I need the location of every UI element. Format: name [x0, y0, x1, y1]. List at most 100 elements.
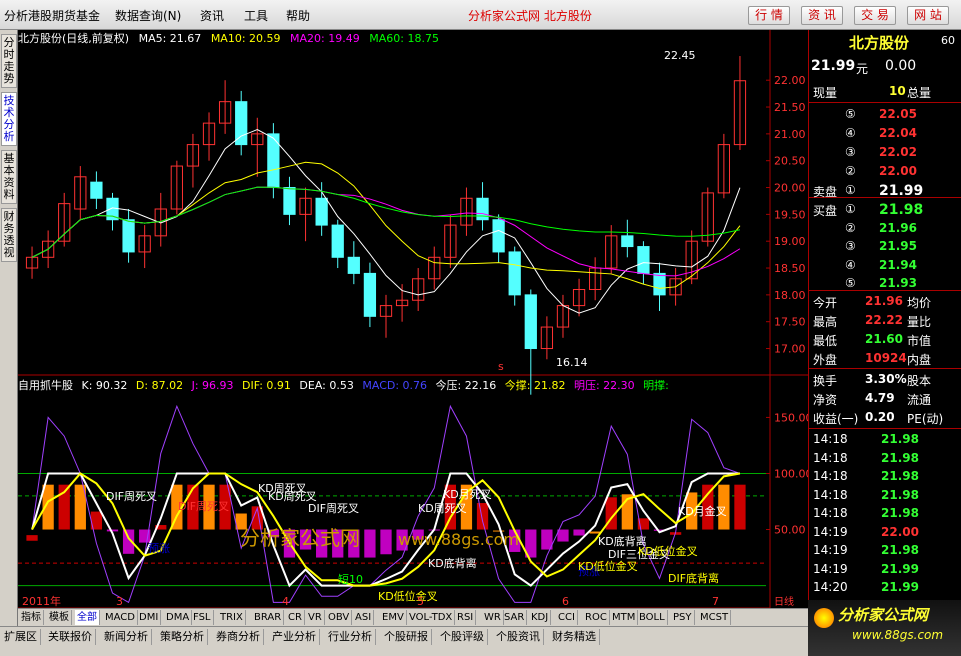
- quote-label: 14:19: [813, 543, 848, 557]
- indicator-tab[interactable]: ASI: [353, 610, 375, 625]
- ind-bar: [557, 529, 569, 542]
- bottom-nav-tab[interactable]: 个股评级: [437, 629, 488, 645]
- quote-value: 10924: [865, 351, 907, 365]
- indicator-tab[interactable]: 全部: [75, 610, 100, 625]
- menu-item-data-query[interactable]: 数据查询(N): [115, 7, 181, 24]
- indicator-tab[interactable]: MACD: [103, 610, 138, 625]
- quote-value: 21.96: [879, 220, 917, 235]
- bid-row: ⑤ 21.93: [809, 274, 961, 293]
- tick-row: 14:19 21.98: [809, 541, 961, 560]
- bottom-nav-tab[interactable]: 新闻分析: [101, 629, 152, 645]
- indicator-tab[interactable]: 模板: [47, 610, 72, 625]
- indicator-tab[interactable]: BOLL: [637, 610, 668, 625]
- menu-item-help[interactable]: 帮助: [286, 7, 310, 24]
- ask-row: ③ 22.02: [809, 143, 961, 162]
- ind-bar: [364, 529, 376, 558]
- quote-label: 14:18: [813, 450, 848, 465]
- ind-bar: [26, 535, 38, 541]
- indicator-tab[interactable]: VR: [306, 610, 325, 625]
- tab-intraday[interactable]: 分时走势: [1, 34, 17, 88]
- tab-financials[interactable]: 财务透视: [1, 208, 17, 262]
- bottom-nav-tab[interactable]: 策略分析: [157, 629, 208, 645]
- stock-header: 北方股份 60: [809, 30, 961, 52]
- quote-value: 21.98: [879, 202, 924, 218]
- ind-bar: [573, 529, 585, 536]
- candle-body: [235, 101, 248, 146]
- tick-row: 14:18 21.98: [809, 504, 961, 523]
- quote-label: 今开: [813, 296, 838, 310]
- menu-item-analysis[interactable]: 分析: [4, 7, 28, 24]
- indicator-tab[interactable]: PSY: [671, 610, 695, 625]
- k-value: K: 90.32: [81, 379, 128, 392]
- stat-row: 最高 22.22 量比: [809, 311, 961, 330]
- quote-value: 21.99: [879, 183, 924, 199]
- menu-item-news[interactable]: 资讯: [200, 7, 224, 24]
- trade-button[interactable]: 交 易: [854, 6, 896, 25]
- chart-area[interactable]: 北方股份(日线,前复权) MA5: 21.67 MA10: 20.59 MA20…: [18, 30, 808, 625]
- indicator-tab[interactable]: SAR: [502, 610, 528, 625]
- menu-item-hk-futures[interactable]: 港股期货基金: [28, 7, 100, 24]
- quote-value: 22.22: [865, 313, 903, 327]
- quote-label: 流通: [907, 393, 932, 407]
- bottom-nav-tab[interactable]: 个股资讯: [493, 629, 544, 645]
- indicator-tab[interactable]: MCST: [698, 610, 732, 625]
- signal-label: 预涨: [148, 542, 170, 555]
- bottom-nav-tab[interactable]: 券商分析: [213, 629, 264, 645]
- indicator-tab[interactable]: VOL-TDX: [407, 610, 456, 625]
- indicator-name: 自用抓牛股: [18, 379, 73, 392]
- bottom-nav-tab[interactable]: 个股研报: [381, 629, 432, 645]
- indicator-tab[interactable]: KDJ: [529, 610, 552, 625]
- indicator-tab[interactable]: FSL: [191, 610, 214, 625]
- quote-label: ④: [845, 126, 856, 140]
- indicator-tab[interactable]: RSI: [455, 610, 477, 625]
- time-tick-label: 5: [417, 595, 424, 608]
- indicator-tab[interactable]: WR: [482, 610, 504, 625]
- indicator-tab[interactable]: CR: [286, 610, 305, 625]
- bottom-nav-tab[interactable]: 财务精选: [549, 629, 600, 645]
- indicator-tab[interactable]: OBV: [326, 610, 353, 625]
- signal-label: KD低位金叉: [578, 559, 638, 573]
- indicator-tab[interactable]: DMA: [164, 610, 193, 625]
- bottom-nav-tab[interactable]: 扩展区: [1, 629, 41, 645]
- menu-item-tools[interactable]: 工具: [244, 7, 268, 24]
- indicator-tab[interactable]: BRAR: [252, 610, 285, 625]
- indicator-tab[interactable]: MTM: [610, 610, 639, 625]
- indicator-tab[interactable]: ROC: [583, 610, 610, 625]
- time-tick-label: 7: [712, 595, 719, 608]
- quote-value: 21.99: [881, 561, 919, 576]
- indicator-tab[interactable]: CCI: [556, 610, 578, 625]
- dif-value: DIF: 0.91: [242, 379, 291, 392]
- quote-value: 4.79: [865, 391, 895, 405]
- quote-label: 14:18: [813, 487, 848, 502]
- quote-label: ⑤: [845, 276, 856, 290]
- indicator-tab[interactable]: DMI: [137, 610, 162, 625]
- tab-basic-info[interactable]: 基本资料: [1, 150, 17, 204]
- quote-button[interactable]: 行 情: [748, 6, 790, 25]
- website-button[interactable]: 网 站: [907, 6, 949, 25]
- indicator-tab[interactable]: EMV: [380, 610, 407, 625]
- ask-row: ② 22.00: [809, 162, 961, 181]
- signal-label: 短10: [338, 572, 363, 586]
- time-tick-label: 4: [282, 595, 289, 608]
- indicator-tab[interactable]: 指标: [19, 610, 44, 625]
- chart-canvas[interactable]: 22.00 21.50 21.00 20.50 20.00 19.50 19.00 18.50…: [18, 30, 808, 625]
- ma20-line: [31, 186, 741, 277]
- bid-row: ② 21.96: [809, 219, 961, 238]
- candle-body: [283, 187, 296, 215]
- bid-row: ③ 21.95: [809, 237, 961, 256]
- bottom-nav-tab[interactable]: 关联报价: [45, 629, 96, 645]
- high-annotation: 22.45: [664, 49, 696, 62]
- tick-row: 14:18 21.98: [809, 486, 961, 505]
- news-button[interactable]: 资 讯: [801, 6, 843, 25]
- stat-row: 净资 4.79 流通: [809, 389, 961, 408]
- candle-body: [315, 197, 328, 226]
- price-change: 0.00: [885, 58, 917, 74]
- signal-label: KD周死叉: [418, 502, 467, 515]
- tick-row: 14:18 21.98: [809, 449, 961, 468]
- bottom-nav-tab[interactable]: 行业分析: [325, 629, 376, 645]
- indicator-info-bar: 自用抓牛股 K: 90.32 D: 87.02 J: 96.93 DIF: 0.…: [18, 377, 674, 393]
- indicator-tab[interactable]: TRIX: [218, 610, 246, 625]
- tab-technical[interactable]: 技术分析: [1, 92, 17, 146]
- bottom-nav-tab[interactable]: 产业分析: [269, 629, 320, 645]
- quote-value: 21.98: [881, 469, 919, 483]
